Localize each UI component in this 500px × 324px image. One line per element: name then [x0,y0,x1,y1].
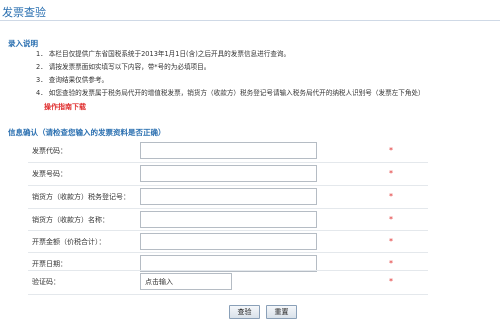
captcha-input[interactable] [140,273,232,290]
instruction-number: 4． [36,89,47,97]
required-mark: * [389,237,393,246]
required-mark: * [389,146,393,155]
instruction-text: 如您查验的发票属于税务局代开的增值税发票，销货方（收款方）税务登记号请输入税务局… [48,89,425,97]
instruction-text: 本栏目仅提供广东省国税系统于2013年1月1日(含)之后开具的发票信息进行查询。 [48,50,291,58]
required-mark: * [389,277,393,286]
required-mark: * [389,169,393,178]
required-mark: * [389,192,393,201]
instruction-item-3: 3． 查询结果仅供参考。 [36,76,476,85]
invoice-code-input[interactable] [140,142,317,159]
form-row-seller-tax-id: 销货方（收款方）税务登记号： * [28,187,428,207]
instruction-item-1: 1． 本栏目仅提供广东省国税系统于2013年1月1日(含)之后开具的发票信息进行查… [36,50,476,59]
invoice-number-input[interactable] [140,165,317,182]
instruction-item-2: 2． 请按发票票面如实填写以下内容，带*号的为必填项目。 [36,63,476,72]
form-row-invoice-number: 发票号码： * [28,164,428,184]
instruction-number: 2． [36,63,47,71]
guide-download-link[interactable]: 操作指南下载 [44,102,86,112]
reset-button[interactable]: 重置 [266,305,297,319]
instruction-number: 3． [36,76,47,84]
form-row-invoice-date: 开票日期： * [28,254,428,274]
required-mark: * [389,259,393,268]
title-divider [0,20,500,21]
required-mark: * [389,215,393,224]
seller-name-input[interactable] [140,211,317,228]
seller-tax-id-input[interactable] [140,188,317,205]
row-divider [28,252,428,253]
invoice-amount-label: 开票金额（价税合计）： [32,238,106,246]
instruction-number: 1． [36,50,47,58]
invoice-date-label: 开票日期： [32,260,67,268]
invoice-code-label: 发票代码： [32,147,67,155]
row-divider [28,208,428,209]
instruction-text: 查询结果仅供参考。 [48,76,109,84]
row-divider [28,185,428,186]
form-row-captcha: 验证码： * [28,272,428,292]
row-divider [28,162,428,163]
captcha-label: 验证码： [32,278,60,286]
row-divider [28,230,428,231]
input-instructions-heading: 录入说明 [8,39,38,48]
invoice-number-label: 发票号码： [32,170,67,178]
page-title: 发票查验 [2,6,46,19]
seller-tax-id-label: 销货方（收款方）税务登记号： [32,193,130,201]
form-row-seller-name: 销货方（收款方）名称： * [28,210,428,230]
instruction-text: 请按发票票面如实填写以下内容，带*号的为必填项目。 [48,63,211,71]
seller-name-label: 销货方（收款方）名称： [32,216,109,224]
invoice-amount-input[interactable] [140,233,317,250]
form-row-invoice-code: 发票代码： * [28,141,428,161]
instruction-item-4: 4． 如您查验的发票属于税务局代开的增值税发票，销货方（收款方）税务登记号请输入税… [36,89,476,98]
row-divider [28,294,428,295]
query-button[interactable]: 查验 [229,305,260,319]
confirm-section-heading: 信息确认（请检查您输入的发票资料是否正确） [8,128,166,137]
row-divider [28,270,428,271]
form-row-invoice-amount: 开票金额（价税合计）： * [28,232,428,252]
